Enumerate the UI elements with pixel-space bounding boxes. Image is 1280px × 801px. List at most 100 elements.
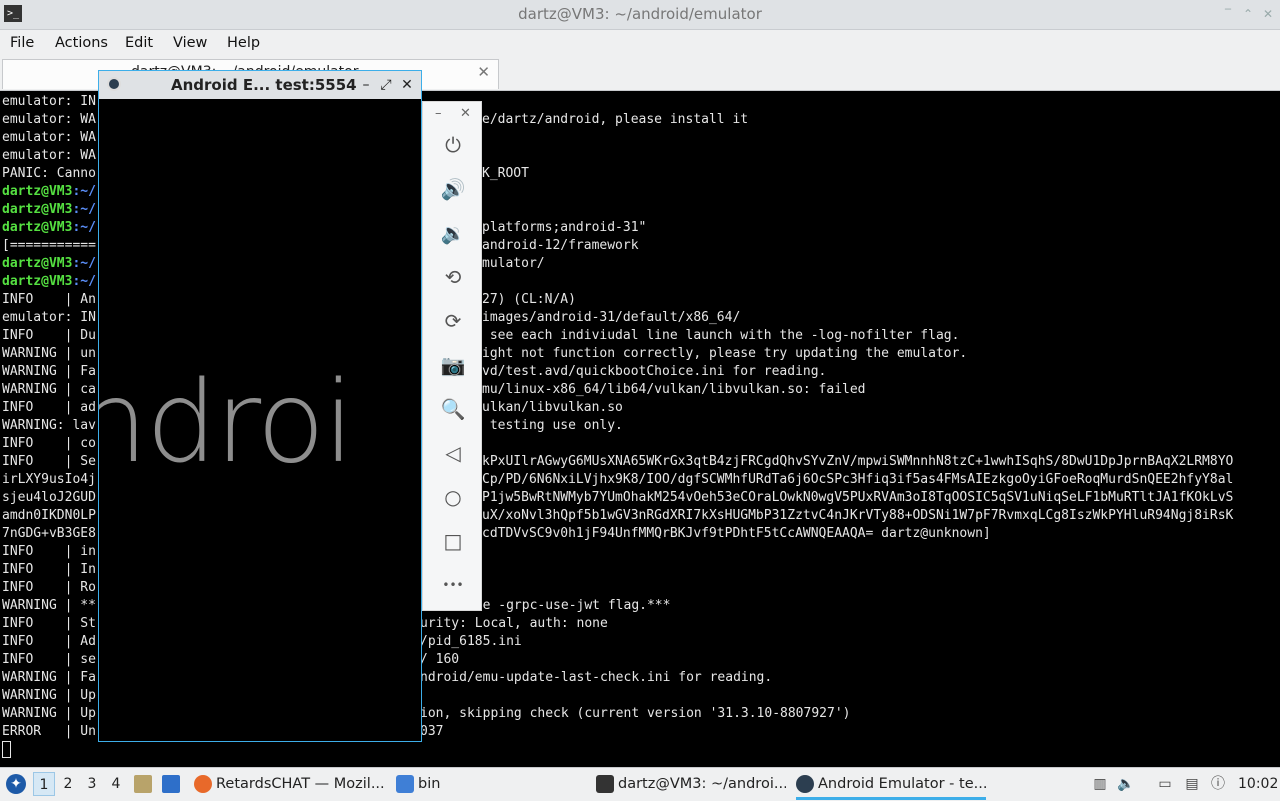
terminal-line-right: ion, skipping check (current version '31… [420,706,851,721]
tab-close-icon[interactable]: ✕ [477,63,490,81]
trash-icon[interactable]: ▥ [1091,775,1109,793]
terminal-line-right: uX/xoNvl3hQpf5b1wGV3nRGdXRI7kXsHUGMbP31Z… [482,508,1234,523]
android-boot-animation: ndroi [99,358,354,488]
terminal-line-left: INFO | In [2,562,96,577]
back-icon[interactable]: ◁ [440,440,466,466]
terminal-line-right: mulator/ [482,256,545,271]
terminal-line-right: Cp/PD/6N6NxiLVjhx9K8/IOO/dgfSCWMhfURdTa6… [482,472,1234,487]
menu-help[interactable]: Help [227,30,260,56]
terminal-line-left: dartz@VM3:~/ [2,255,96,273]
shell-path: :~/ [72,220,96,235]
overview-icon[interactable]: □ [440,528,466,554]
close-icon[interactable]: ✕ [1260,6,1276,22]
firefox-icon [194,775,212,793]
volume-down-icon[interactable]: 🔉 [440,220,466,246]
terminal-window-title: dartz@VM3: ~/android/emulator [518,5,762,23]
menu-view[interactable]: View [173,30,207,56]
home-icon[interactable]: ○ [440,484,466,510]
terminal-titlebar[interactable]: >_ dartz@VM3: ~/android/emulator ‾ ⌃ ✕ [0,0,1280,30]
terminal-line-left: [=========== [2,238,96,253]
terminal-line-right: 27) (CL:N/A) [482,292,576,307]
terminal-line-left: emulator: WA [2,130,96,145]
terminal-line-left: WARNING | Up [2,688,96,703]
toolbar-close-icon[interactable]: ✕ [460,106,471,121]
power-icon[interactable]: ⏻ [440,132,466,158]
terminal-line-right: P1jw5BwRtNWMyb7YUmOhakM254vOeh53eCOraLOw… [482,490,1234,505]
shell-prompt: dartz@VM3 [2,256,73,271]
terminal-line-left: INFO | ad [2,400,96,415]
emu-close-icon[interactable]: ✕ [398,75,416,95]
terminal-line-left: INFO | Ro [2,580,96,595]
volume-icon[interactable]: 🔈 [1117,775,1135,793]
terminal-line-left: WARNING | un [2,346,96,361]
task-terminal[interactable]: dartz@VM3: ~/androi... [596,769,786,800]
terminal-line-left: WARNING: lav [2,418,96,433]
zoom-icon[interactable]: 🔍 [440,396,466,422]
emu-maximize-icon[interactable]: ⤢ [377,75,395,95]
emulator-window[interactable]: Android E... test:5554 – ⤢ ✕ ndroi [98,70,422,742]
volume-up-icon[interactable]: 🔊 [440,176,466,202]
terminal-line-left: WARNING | ca [2,382,96,397]
notification-icon[interactable]: ⓘ [1209,775,1227,793]
more-icon[interactable]: ••• [440,572,466,598]
terminal-line-right: mu/linux-x86_64/lib64/vulkan/libvulkan.s… [482,382,866,397]
menu-actions[interactable]: Actions [55,30,108,56]
workspace-2[interactable]: 2 [57,772,79,796]
menu-edit[interactable]: Edit [125,30,153,56]
menu-file[interactable]: File [10,30,34,56]
emu-minimize-icon[interactable]: – [357,75,375,95]
terminal-line-right: testing use only. [482,418,623,433]
file-manager-launcher-icon[interactable] [134,775,152,793]
workspace-1[interactable]: 1 [33,772,55,796]
terminal-line-left: dartz@VM3:~/ [2,183,96,201]
shell-prompt: dartz@VM3 [2,202,73,217]
minimize-icon[interactable]: ‾ [1220,6,1236,22]
terminal-line-left: INFO | Se [2,454,96,469]
toolbar-minimize-icon[interactable]: – [435,106,442,121]
workspace-4[interactable]: 4 [105,772,127,796]
rotate-left-icon[interactable]: ⟲ [440,264,466,290]
clipboard-icon[interactable]: ▤ [1183,775,1201,793]
terminal-line-left: WARNING | Fa [2,670,96,685]
shell-prompt: dartz@VM3 [2,220,73,235]
terminal-line-left: INFO | co [2,436,96,451]
terminal-line-right: 037 [420,724,444,739]
network-icon[interactable]: ▭ [1156,775,1174,793]
emulator-screen[interactable]: ndroi [99,99,421,741]
terminal-line-left: emulator: IN [2,310,96,325]
terminal-line-left: INFO | St [2,616,96,631]
show-desktop-icon[interactable] [162,775,180,793]
terminal-line-right: / 160 [420,652,460,667]
terminal-line-left: PANIC: Canno [2,166,96,181]
maximize-icon[interactable]: ⌃ [1240,6,1256,22]
terminal-line-left: INFO | Ad [2,634,96,649]
terminal-line-left: irLXY9usIo4j [2,472,96,487]
task-android-emulator[interactable]: Android Emulator - te... [796,769,986,800]
shell-path: :~/ [72,202,96,217]
terminal-line-right: ndroid/emu-update-last-check.ini for rea… [420,670,773,685]
rotate-right-icon[interactable]: ⟳ [440,308,466,334]
terminal-line-right: vd/test.avd/quickbootChoice.ini for read… [482,364,827,379]
terminal-line-right: cdTDVvSC9v0h1jF94UnfMMQrBKJvf9tPDhtF5tCc… [482,526,991,541]
terminal-line-right: urity: Local, auth: none [420,616,608,631]
terminal-line-left: amdn0IKDN0LP [2,508,96,523]
terminal-menubar: File Actions Edit View Help [0,30,1280,58]
terminal-line-left: emulator: WA [2,112,96,127]
shell-path: :~/ [72,256,96,271]
terminal-line-right: K_ROOT [482,166,529,181]
emulator-titlebar[interactable]: Android E... test:5554 – ⤢ ✕ [99,71,421,99]
terminal-line-left: emulator: WA [2,148,96,163]
terminal-line-left: sjeu4loJ2GUD [2,490,96,505]
clock[interactable]: 10:02 [1238,768,1278,801]
start-menu-icon[interactable]: ✦ [6,774,26,794]
camera-icon[interactable]: 📷 [440,352,466,378]
workspace-3[interactable]: 3 [81,772,103,796]
task-bin[interactable]: bin [396,769,466,800]
terminal-line-right: android-12/framework [482,238,639,253]
task-firefox[interactable]: RetardsCHAT — Mozil... [194,769,389,800]
terminal-line-left: WARNING | Up [2,706,96,721]
terminal-line-left: dartz@VM3:~/ [2,201,96,219]
terminal-line-left: dartz@VM3:~/ [2,273,96,291]
terminal-line-right: see each indiviudal line launch with the… [482,328,960,343]
terminal-line-left: ERROR | Un [2,724,96,739]
